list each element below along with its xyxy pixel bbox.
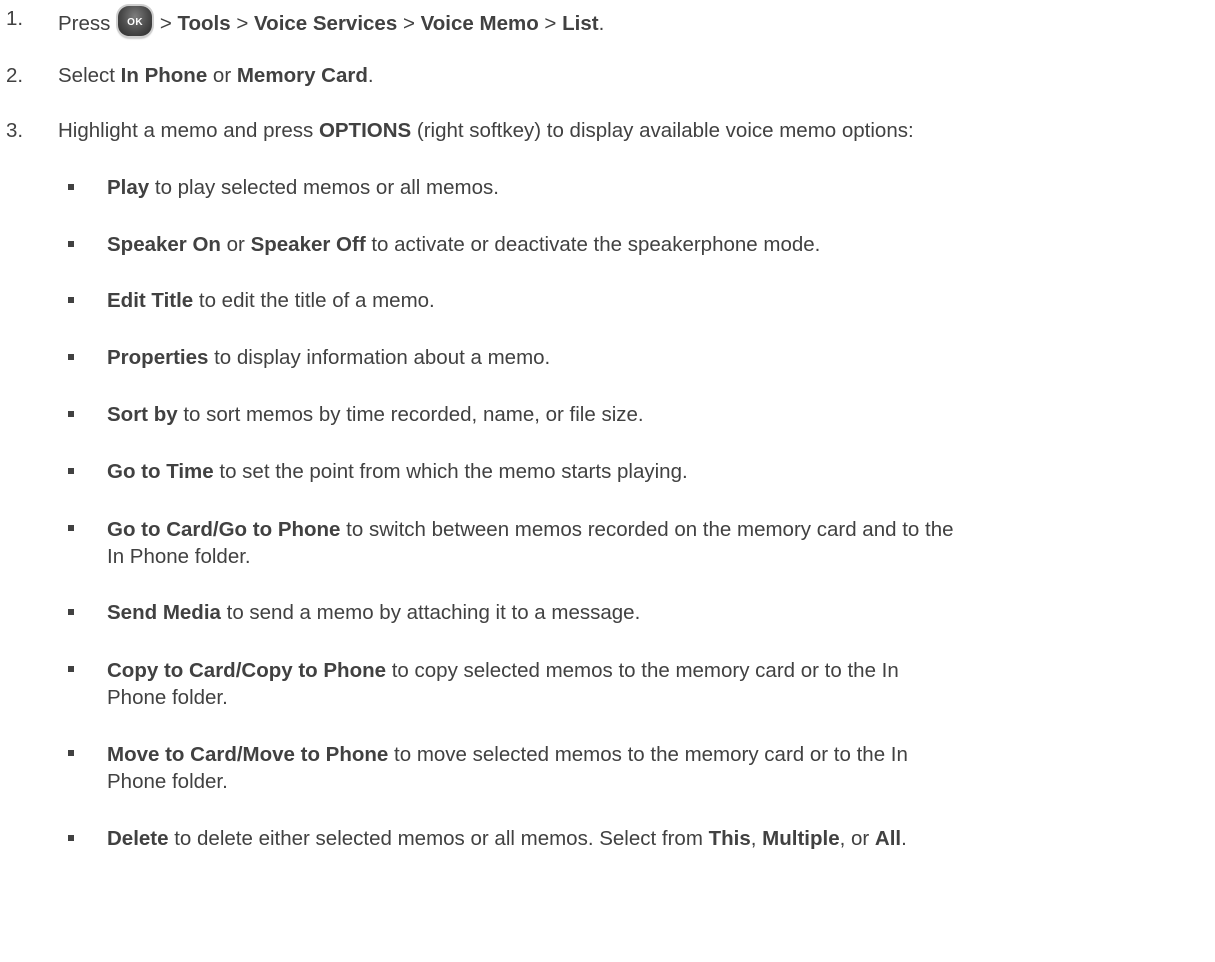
bullet-icon <box>68 609 74 615</box>
bullet-icon <box>68 184 74 190</box>
bullet-icon <box>68 411 74 417</box>
ok-key-icon: OK <box>118 6 153 36</box>
step-text: Select In Phone or Memory Card. <box>58 64 374 87</box>
step-number: 2. <box>6 64 24 87</box>
bullet-icon <box>68 354 74 360</box>
bullet-icon <box>68 525 74 531</box>
bullet-icon <box>68 750 74 756</box>
step-text: Highlight a memo and press OPTIONS (righ… <box>58 119 914 142</box>
bullet-icon <box>68 241 74 247</box>
bullet-icon <box>68 666 74 672</box>
step-number: 3. <box>6 119 24 142</box>
bullet-icon <box>68 468 74 474</box>
step-text: Press OK > Tools > Voice Services > Voic… <box>58 6 604 37</box>
bullet-icon <box>68 297 74 303</box>
instructions-page: 1. Press OK > Tools > Voice Services > V… <box>6 6 954 850</box>
bullet-icon <box>68 835 74 841</box>
step-number: 1. <box>6 7 24 30</box>
